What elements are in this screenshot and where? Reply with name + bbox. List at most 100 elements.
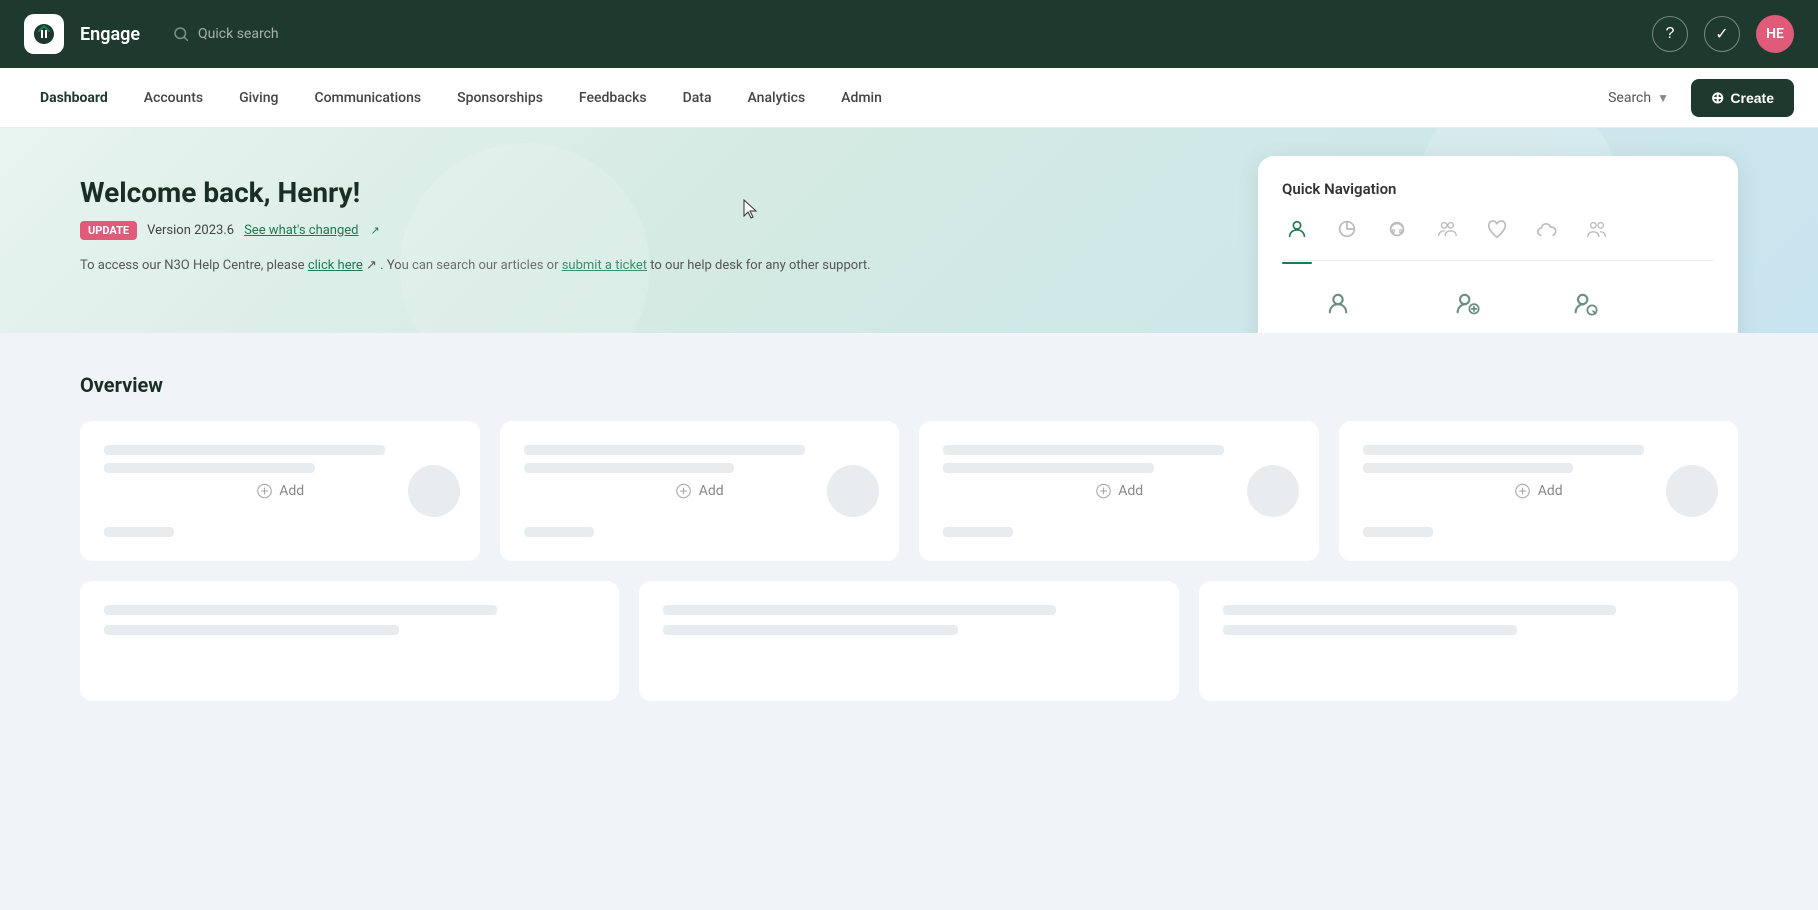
quick-nav-tab-communications[interactable] <box>1382 214 1412 244</box>
add-label-1: Add <box>279 483 304 499</box>
quick-nav-tab-feedbacks[interactable] <box>1482 214 1512 244</box>
add-widget-btn-2[interactable]: Add <box>675 482 724 500</box>
quick-nav-search-accounts[interactable]: Search Accounts <box>1540 281 1630 333</box>
add-widget-btn-4[interactable]: Add <box>1514 482 1563 500</box>
overview-card-2: Add <box>500 421 900 561</box>
quick-nav-tab-sponsorships[interactable] <box>1432 214 1462 244</box>
logo[interactable] <box>24 14 64 54</box>
help-button[interactable]: ? <box>1652 16 1688 52</box>
topbar-actions: ? ✓ HE <box>1652 15 1794 53</box>
user-avatar[interactable]: HE <box>1756 15 1794 53</box>
hero-section: Welcome back, Henry! UPDATE Version 2023… <box>0 128 1818 333</box>
add-icon <box>675 482 693 500</box>
overview-card-4: Add <box>1339 421 1739 561</box>
nav-item-feedbacks[interactable]: Feedbacks <box>563 82 663 114</box>
quick-navigation-panel: Quick Navigation <box>1258 156 1738 333</box>
skeleton-line <box>1223 625 1518 635</box>
click-here-link[interactable]: click here <box>308 258 363 273</box>
topbar: Engage Quick search ? ✓ HE <box>0 0 1818 68</box>
add-widget-btn-3[interactable]: Add <box>1094 482 1143 500</box>
skeleton-line <box>1363 463 1574 473</box>
skeleton-line <box>943 527 1013 537</box>
quick-search[interactable]: Quick search <box>172 25 1636 43</box>
nav-item-data[interactable]: Data <box>667 82 728 114</box>
search-label: Search <box>1608 90 1651 106</box>
skeleton-line <box>104 463 315 473</box>
add-label-2: Add <box>699 483 724 499</box>
group-icon <box>1436 218 1458 240</box>
skeleton-circle <box>408 465 460 517</box>
overview-cards-row-1: Add Add <box>80 421 1738 561</box>
nav-item-dashboard[interactable]: Dashboard <box>24 82 124 114</box>
skeleton-line <box>663 625 958 635</box>
skeleton-circle <box>827 465 879 517</box>
skeleton-line <box>524 445 805 455</box>
nav-item-sponsorships[interactable]: Sponsorships <box>441 82 559 114</box>
tasks-button[interactable]: ✓ <box>1704 16 1740 52</box>
create-plus-icon: ⊕ <box>1711 88 1724 108</box>
create-account-icon <box>1453 289 1481 317</box>
add-label-4: Add <box>1538 483 1563 499</box>
quick-nav-tabs <box>1282 214 1714 261</box>
headset-icon <box>1386 218 1408 240</box>
create-account-icon-wrapper <box>1445 281 1489 325</box>
quick-nav-tab-giving[interactable] <box>1332 214 1362 244</box>
search-dropdown-arrow: ▼ <box>1657 91 1669 105</box>
search-accounts-icon <box>1571 289 1599 317</box>
nav-item-communications[interactable]: Communications <box>298 82 437 114</box>
skeleton-line <box>104 605 497 615</box>
overview-cards-row-2 <box>80 581 1738 701</box>
pie-chart-icon <box>1336 218 1358 240</box>
nav-item-giving[interactable]: Giving <box>223 82 294 114</box>
skeleton-line <box>1363 445 1644 455</box>
quick-nav-tab-data[interactable] <box>1532 214 1562 244</box>
quick-search-label: Quick search <box>198 26 279 42</box>
desc-text-1: To access our N3O Help Centre, please <box>80 258 305 273</box>
update-badge: UPDATE <box>80 221 137 240</box>
quick-nav-create-account[interactable]: Create Account <box>1426 281 1508 333</box>
create-button[interactable]: ⊕ Create <box>1691 79 1794 117</box>
skeleton-line <box>104 527 174 537</box>
heart-icon <box>1486 218 1508 240</box>
overview-card-7 <box>1199 581 1738 701</box>
search-button[interactable]: Search ▼ <box>1598 84 1679 112</box>
accounts-dashboard-icon-wrapper <box>1316 281 1360 325</box>
skeleton-line <box>524 463 735 473</box>
quick-nav-tab-admin[interactable] <box>1582 214 1612 244</box>
add-icon <box>1094 482 1112 500</box>
external-link-icon: ↗ <box>371 224 380 237</box>
skeleton-line <box>1363 527 1433 537</box>
whats-changed-link[interactable]: See what's changed <box>244 223 358 238</box>
nav-item-accounts[interactable]: Accounts <box>128 82 219 114</box>
skeleton-circle <box>1247 465 1299 517</box>
navbar: Dashboard Accounts Giving Communications… <box>0 68 1818 128</box>
admin-group-icon <box>1586 218 1608 240</box>
brand-name: Engage <box>80 24 140 45</box>
skeleton-line <box>1223 605 1616 615</box>
cloud-icon <box>1536 218 1558 240</box>
nav-item-analytics[interactable]: Analytics <box>732 82 822 114</box>
create-label: Create <box>1730 90 1774 106</box>
skeleton-line <box>943 445 1224 455</box>
version-text: Version 2023.6 <box>147 223 234 238</box>
add-label-3: Add <box>1118 483 1143 499</box>
skeleton-line <box>524 527 594 537</box>
quick-nav-accounts-dashboard[interactable]: Accounts Dashboard <box>1282 281 1394 333</box>
skeleton-line <box>104 625 399 635</box>
add-icon <box>255 482 273 500</box>
overview-card-1: Add <box>80 421 480 561</box>
quick-nav-tab-accounts[interactable] <box>1282 214 1312 244</box>
overview-card-3: Add <box>919 421 1319 561</box>
quick-nav-items: Accounts Dashboard Create Account <box>1282 281 1714 333</box>
navbar-right: Search ▼ ⊕ Create <box>1598 79 1794 117</box>
search-accounts-icon-wrapper <box>1563 281 1607 325</box>
overview-card-6 <box>639 581 1178 701</box>
overview-section: Overview Add <box>0 333 1818 741</box>
desc-text-2: . You can search our articles or <box>380 258 558 273</box>
nav-item-admin[interactable]: Admin <box>825 82 898 114</box>
skeleton-circle <box>1666 465 1718 517</box>
add-widget-btn-1[interactable]: Add <box>255 482 304 500</box>
submit-ticket-link[interactable]: submit a ticket <box>562 258 647 273</box>
desc-text-3: to our help desk for any other support. <box>650 258 870 273</box>
overview-card-5 <box>80 581 619 701</box>
